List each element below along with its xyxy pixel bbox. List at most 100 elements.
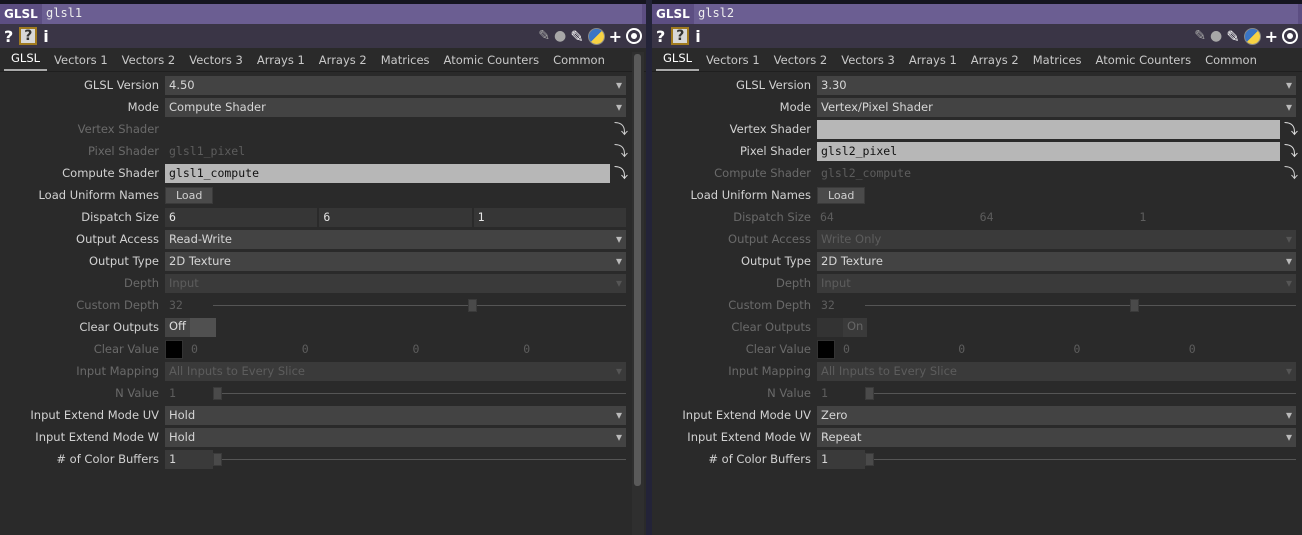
compute-shader-field[interactable]: glsl2_compute bbox=[817, 164, 1280, 183]
info-icon[interactable]: i bbox=[695, 27, 700, 46]
slider-handle[interactable] bbox=[213, 452, 222, 466]
vertex-shader-field[interactable] bbox=[165, 120, 610, 139]
comment-icon[interactable]: ● bbox=[554, 28, 566, 44]
clear-value-b[interactable]: 0 bbox=[405, 342, 516, 356]
n-value-slider[interactable] bbox=[865, 386, 1296, 400]
target-icon[interactable] bbox=[626, 28, 642, 44]
dispatch-size-y[interactable]: 6 bbox=[319, 207, 472, 227]
target-icon[interactable] bbox=[1282, 28, 1298, 44]
custom-depth-field[interactable]: 32 bbox=[165, 296, 213, 315]
clear-outputs-toggle[interactable]: Off bbox=[165, 317, 216, 337]
output-access-dropdown[interactable]: Read-Write bbox=[165, 229, 626, 249]
dispatch-size-z[interactable]: 1 bbox=[1136, 210, 1296, 224]
input-mapping-dropdown[interactable]: All Inputs to Every Slice bbox=[165, 361, 626, 381]
clear-color-swatch[interactable] bbox=[165, 339, 183, 359]
output-type-dropdown[interactable]: 2D Texture bbox=[165, 251, 626, 271]
slider-handle[interactable] bbox=[468, 298, 477, 312]
pixel-shader-field[interactable]: glsl2_pixel bbox=[817, 141, 1280, 161]
pixel-shader-field[interactable]: glsl1_pixel bbox=[165, 142, 610, 161]
depth-dropdown[interactable]: Input bbox=[165, 273, 626, 293]
vertex-shader-field[interactable] bbox=[817, 119, 1280, 139]
tab-vectors-1[interactable]: Vectors 1 bbox=[699, 53, 767, 71]
tab-common[interactable]: Common bbox=[546, 53, 612, 71]
mode-dropdown[interactable]: Compute Shader bbox=[165, 97, 626, 117]
comment-icon[interactable]: ● bbox=[1210, 28, 1222, 44]
tab-arrays-1[interactable]: Arrays 1 bbox=[250, 53, 312, 71]
clear-value-g[interactable]: 0 bbox=[294, 342, 405, 356]
clear-outputs-toggle[interactable]: On bbox=[817, 317, 868, 337]
color-buffers-field[interactable]: 1 bbox=[165, 449, 213, 469]
edit-pencil-icon[interactable]: ✎ bbox=[1194, 28, 1206, 44]
extend-w-dropdown[interactable]: Hold bbox=[165, 427, 626, 447]
tab-common[interactable]: Common bbox=[1198, 53, 1264, 71]
dispatch-size-z[interactable]: 1 bbox=[473, 207, 626, 227]
custom-depth-slider[interactable] bbox=[213, 298, 626, 312]
dispatch-size-x[interactable]: 64 bbox=[817, 210, 977, 224]
scrollbar-thumb[interactable] bbox=[634, 54, 641, 486]
clear-color-swatch[interactable] bbox=[817, 339, 835, 359]
slider-handle[interactable] bbox=[1130, 298, 1139, 312]
tab-arrays-2[interactable]: Arrays 2 bbox=[964, 53, 1026, 71]
operator-name-field[interactable]: glsl1 bbox=[42, 4, 642, 24]
edit-pencil-icon[interactable]: ✎ bbox=[538, 28, 550, 44]
help-icon[interactable]: ? bbox=[4, 27, 13, 46]
input-mapping-dropdown[interactable]: All Inputs to Every Slice bbox=[817, 361, 1296, 381]
tab-vectors-2[interactable]: Vectors 2 bbox=[767, 53, 835, 71]
vertical-scrollbar[interactable] bbox=[632, 52, 644, 535]
output-access-dropdown[interactable]: Write Only bbox=[817, 229, 1296, 249]
help-icon[interactable]: ? bbox=[656, 27, 665, 46]
add-icon[interactable]: + bbox=[1265, 27, 1278, 46]
dispatch-size-x[interactable]: 6 bbox=[165, 207, 318, 227]
add-icon[interactable]: + bbox=[609, 27, 622, 46]
tab-glsl[interactable]: GLSL bbox=[656, 51, 700, 71]
tab-matrices[interactable]: Matrices bbox=[374, 53, 437, 71]
tab-vectors-1[interactable]: Vectors 1 bbox=[47, 53, 115, 71]
operator-name-field[interactable]: glsl2 bbox=[694, 4, 1298, 24]
load-button[interactable]: Load bbox=[817, 186, 866, 204]
extend-w-dropdown[interactable]: Repeat bbox=[817, 427, 1296, 447]
clear-value-a[interactable]: 0 bbox=[515, 342, 626, 356]
operator-picker-arrow-icon[interactable]: ⤵ bbox=[1280, 119, 1302, 139]
glsl-version-dropdown[interactable]: 4.50 bbox=[165, 75, 626, 95]
clear-eraser-icon[interactable]: ✎ bbox=[570, 27, 583, 46]
clear-value-b[interactable]: 0 bbox=[1066, 342, 1181, 356]
output-type-dropdown[interactable]: 2D Texture bbox=[817, 251, 1296, 271]
clear-value-r[interactable]: 0 bbox=[183, 342, 294, 356]
glsl-version-dropdown[interactable]: 3.30 bbox=[817, 75, 1296, 95]
info-icon[interactable]: i bbox=[43, 27, 48, 46]
custom-depth-field[interactable]: 32 bbox=[817, 296, 865, 315]
clear-eraser-icon[interactable]: ✎ bbox=[1226, 27, 1239, 46]
operator-picker-arrow-icon[interactable]: ⤵ bbox=[1280, 141, 1302, 161]
load-button[interactable]: Load bbox=[165, 186, 214, 204]
custom-depth-slider[interactable] bbox=[865, 298, 1296, 312]
color-buffers-slider[interactable] bbox=[865, 452, 1296, 466]
operator-picker-arrow-icon[interactable]: ⤵ bbox=[610, 163, 632, 183]
color-buffers-slider[interactable] bbox=[213, 452, 626, 466]
tab-atomic-counters[interactable]: Atomic Counters bbox=[437, 53, 547, 71]
python-icon[interactable] bbox=[1243, 27, 1261, 45]
compute-shader-field[interactable]: glsl1_compute bbox=[165, 163, 610, 183]
operator-picker-arrow-icon[interactable]: ⤵ bbox=[610, 141, 632, 161]
tab-arrays-2[interactable]: Arrays 2 bbox=[312, 53, 374, 71]
operator-picker-arrow-icon[interactable]: ⤵ bbox=[610, 119, 632, 139]
depth-dropdown[interactable]: Input bbox=[817, 273, 1296, 293]
python-icon[interactable] bbox=[587, 27, 605, 45]
slider-handle[interactable] bbox=[865, 386, 874, 400]
n-value-field[interactable]: 1 bbox=[817, 384, 865, 403]
tab-atomic-counters[interactable]: Atomic Counters bbox=[1089, 53, 1199, 71]
tab-arrays-1[interactable]: Arrays 1 bbox=[902, 53, 964, 71]
clear-value-r[interactable]: 0 bbox=[835, 342, 950, 356]
tab-matrices[interactable]: Matrices bbox=[1026, 53, 1089, 71]
dispatch-size-y[interactable]: 64 bbox=[977, 210, 1137, 224]
tab-vectors-2[interactable]: Vectors 2 bbox=[115, 53, 183, 71]
op-help-icon[interactable]: ? bbox=[19, 27, 38, 45]
slider-handle[interactable] bbox=[865, 452, 874, 466]
slider-handle[interactable] bbox=[213, 386, 222, 400]
color-buffers-field[interactable]: 1 bbox=[817, 449, 865, 469]
clear-value-a[interactable]: 0 bbox=[1181, 342, 1296, 356]
tab-glsl[interactable]: GLSL bbox=[4, 51, 48, 71]
tab-vectors-3[interactable]: Vectors 3 bbox=[182, 53, 250, 71]
n-value-slider[interactable] bbox=[213, 386, 626, 400]
n-value-field[interactable]: 1 bbox=[165, 384, 213, 403]
tab-vectors-3[interactable]: Vectors 3 bbox=[834, 53, 902, 71]
